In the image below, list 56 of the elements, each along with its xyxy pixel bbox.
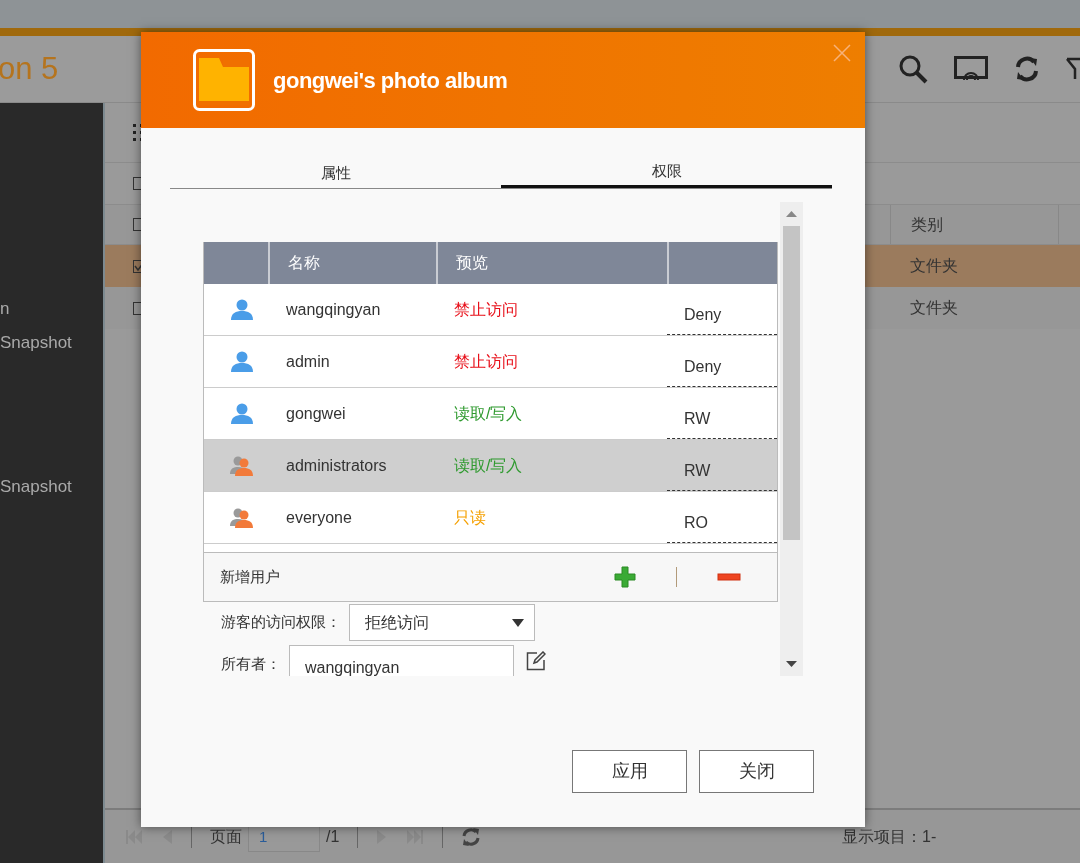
dialog-title: gongwei's photo album bbox=[273, 66, 508, 95]
user-icon bbox=[230, 402, 254, 425]
access-preview: 禁止访问 bbox=[454, 299, 518, 320]
app-title: on 5 bbox=[0, 49, 59, 88]
user-name: admin bbox=[286, 351, 330, 372]
refresh-icon[interactable] bbox=[461, 825, 482, 848]
permission-value[interactable]: RO bbox=[667, 503, 777, 543]
permission-value[interactable]: RW bbox=[667, 399, 777, 439]
permission-row[interactable]: admin 禁止访问 Deny bbox=[204, 336, 777, 388]
permission-value[interactable]: RW bbox=[667, 451, 777, 491]
access-preview: 读取/写入 bbox=[454, 403, 523, 424]
plus-icon[interactable] bbox=[614, 566, 636, 588]
sidebar-item[interactable]: Snapshot bbox=[0, 470, 103, 504]
refresh-icon[interactable] bbox=[1014, 55, 1040, 83]
scrollbar[interactable] bbox=[780, 202, 803, 676]
cast-screen-icon[interactable] bbox=[954, 56, 988, 82]
user-icon bbox=[230, 298, 254, 321]
filter-icon[interactable] bbox=[1066, 56, 1080, 82]
add-user-label: 新增用户 bbox=[220, 566, 280, 587]
access-preview: 读取/写入 bbox=[454, 455, 523, 476]
sidebar-item[interactable]: n bbox=[0, 292, 103, 326]
permission-row[interactable]: gongwei 读取/写入 RW bbox=[204, 388, 777, 440]
owner-label: 所有者： bbox=[221, 654, 281, 674]
user-name: everyone bbox=[286, 507, 352, 528]
table-cell-text: 文件夹 bbox=[909, 256, 959, 276]
caret-icon bbox=[512, 618, 524, 627]
user-name: gongwei bbox=[286, 403, 346, 424]
edit-icon[interactable] bbox=[526, 651, 546, 671]
access-preview: 禁止访问 bbox=[454, 351, 518, 372]
page-total: /1 bbox=[326, 826, 340, 847]
user-group-icon bbox=[230, 506, 254, 529]
column-header: 类别 bbox=[890, 205, 1058, 244]
table-cell-text: 文件夹 bbox=[909, 298, 959, 318]
permission-row[interactable]: wangqingyan 禁止访问 Deny bbox=[204, 284, 777, 336]
dialog-button[interactable]: 应用 bbox=[572, 750, 687, 793]
folder-icon bbox=[193, 49, 255, 111]
permission-value[interactable]: Deny bbox=[667, 347, 777, 387]
search-icon[interactable] bbox=[898, 54, 928, 84]
tab[interactable]: 属性 bbox=[170, 158, 501, 188]
access-preview: 只读 bbox=[454, 507, 486, 528]
page-label: 页面 bbox=[210, 826, 242, 847]
access-select[interactable]: 拒绝访问 bbox=[349, 604, 535, 641]
permission-row[interactable]: administrators 读取/写入 RW bbox=[204, 440, 777, 492]
permission-value[interactable]: Deny bbox=[667, 295, 777, 335]
permission-row[interactable]: everyone 只读 RO bbox=[204, 492, 777, 544]
scrollbar-thumb[interactable] bbox=[783, 226, 800, 540]
guest-access-label: 游客的访问权限： bbox=[221, 612, 341, 633]
user-name: wangqingyan bbox=[286, 299, 381, 320]
user-icon bbox=[230, 350, 254, 373]
item-count-label: 显示项目：1- bbox=[842, 826, 938, 847]
user-group-icon bbox=[230, 454, 254, 477]
sidebar-item[interactable]: Snapshot bbox=[0, 326, 103, 360]
tab[interactable]: 权限 bbox=[501, 158, 832, 188]
user-name: administrators bbox=[286, 455, 387, 476]
dialog-button[interactable]: 关闭 bbox=[699, 750, 814, 793]
owner-field[interactable]: wangqingyan bbox=[289, 645, 514, 676]
